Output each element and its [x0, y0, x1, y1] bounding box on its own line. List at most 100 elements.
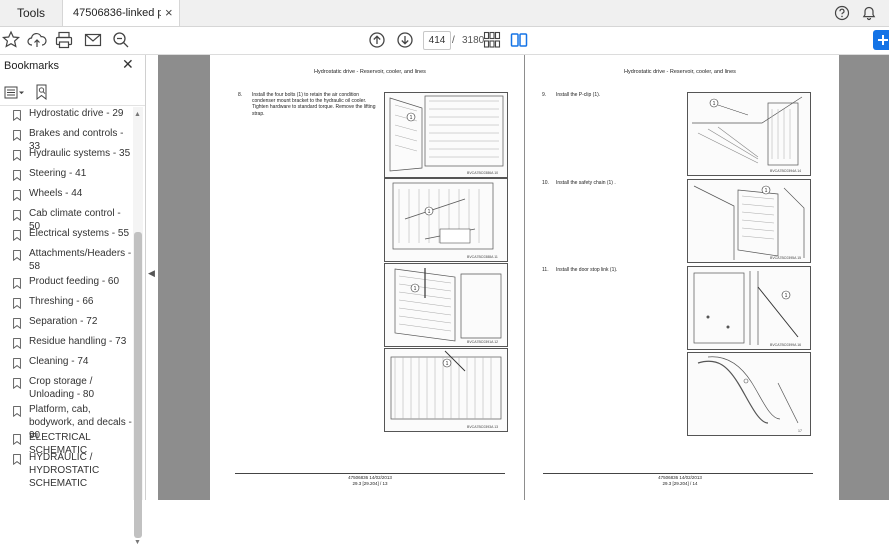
toolbar: 414 / 3180: [0, 27, 889, 55]
bookmark-icon: [13, 358, 21, 369]
options-menu-icon[interactable]: [4, 85, 26, 101]
figure-4: 1 BVCA7BC0393A 13: [384, 348, 508, 432]
tab-bar: Tools 47506836-linked pd... ×: [0, 0, 889, 27]
figure-caption: BVCA7BC0388A 11: [467, 255, 498, 259]
bookmark-label: Product feeding - 60: [29, 276, 120, 287]
footer-rule: [543, 473, 813, 474]
figure-caption: BVCA7BC0395A 15: [770, 256, 802, 260]
bookmarks-title: Bookmarks: [4, 60, 60, 72]
bookmark-icon: [13, 318, 21, 329]
svg-text:1: 1: [765, 188, 768, 194]
figure-8: 17: [687, 352, 811, 436]
prev-page-icon[interactable]: [366, 29, 388, 51]
figure-3: 1 BVCA7BC0391A 12: [384, 263, 508, 347]
bookmark-icon: [13, 210, 21, 221]
figure-caption: BVCA7BC0386A 10: [467, 171, 499, 175]
bookmark-icon: [13, 190, 21, 201]
share-button[interactable]: [873, 30, 889, 50]
bookmark-icon: [13, 170, 21, 181]
email-icon[interactable]: [82, 29, 104, 51]
next-page-icon[interactable]: [394, 29, 416, 51]
svg-text:1: 1: [713, 101, 716, 107]
strap-illustration: 1: [394, 268, 502, 342]
bookmark-label: Hydraulic systems - 35: [29, 148, 131, 159]
bookmark-icon: [13, 338, 21, 349]
left-page: Hydrostatic drive - Reservoir, cooler, a…: [210, 55, 524, 500]
figure-7: 1 BVCA7BC0399A 16: [687, 266, 811, 350]
bookmark-icon: [13, 250, 21, 261]
svg-text:1: 1: [785, 293, 788, 299]
bookmark-list: Hydrostatic drive - 29 Brakes and control…: [0, 107, 132, 500]
search-bookmark-icon[interactable]: [35, 84, 49, 101]
figure-caption: BVCA7BC0391A 12: [467, 340, 499, 344]
two-page-view-icon[interactable]: [508, 29, 530, 51]
bookmark-icon: [13, 298, 21, 309]
star-icon[interactable]: [0, 29, 22, 51]
bookmark-icon: [13, 110, 21, 121]
page-header: Hydrostatic drive - Reservoir, cooler, a…: [624, 69, 736, 75]
figure-caption: BVCA7BC0399A 16: [770, 343, 802, 347]
page-thumbnails-icon[interactable]: [481, 29, 503, 51]
step-text: Install the door stop link (1).: [556, 267, 618, 273]
page-separator: /: [452, 35, 455, 46]
figure-1: 1 BVCA7BC0386A 10: [384, 92, 508, 178]
figure-6: 1 BVCA7BC0395A 15: [687, 179, 811, 263]
print-icon[interactable]: [53, 29, 75, 51]
step-text: Install the P-clip (1).: [556, 92, 601, 98]
zoom-icon[interactable]: [110, 29, 132, 51]
step-number: 8.: [238, 92, 243, 98]
scroll-up-icon[interactable]: ▲: [134, 111, 141, 118]
tools-tab[interactable]: Tools: [0, 0, 62, 26]
right-page: Hydrostatic drive - Reservoir, cooler, a…: [525, 55, 839, 500]
door-stop-illustration: 1: [693, 271, 799, 345]
bookmark-label: Attachments/Headers - 58: [29, 248, 132, 272]
close-tab-button[interactable]: ×: [165, 0, 173, 26]
link-detail-illustration: [697, 356, 799, 424]
bookmark-label: Steering - 41: [29, 168, 87, 179]
bracket-illustration: 1: [392, 182, 494, 250]
p-clip-illustration: 1: [692, 96, 803, 166]
bookmark-icon: [13, 406, 21, 417]
collapse-panel-icon[interactable]: ◀: [148, 268, 155, 279]
page-number-input[interactable]: 414: [423, 31, 451, 50]
scrollbar-thumb[interactable]: [134, 232, 142, 538]
footer-line-2: 29.3 [29.204] / 14: [662, 481, 698, 486]
bookmarks-panel: Bookmarks ✕ Hydrostatic drive - 29 Brakes…: [0, 55, 146, 546]
figure-caption: BVCA7BC0393A 13: [467, 425, 499, 429]
svg-text:1: 1: [446, 361, 449, 367]
bookmark-icon: [13, 278, 21, 289]
step-number: 10.: [542, 180, 549, 186]
footer-line-2: 29.3 [29.204] / 13: [352, 481, 388, 486]
step-number: 9.: [542, 92, 547, 98]
figure-caption: 17: [798, 429, 802, 433]
bookmark-label: Hydrostatic drive - 29: [29, 108, 124, 119]
svg-text:1: 1: [414, 286, 417, 292]
svg-text:1: 1: [410, 115, 413, 121]
bookmark-icon: [13, 454, 21, 465]
share-icon: [878, 35, 888, 45]
cloud-upload-icon[interactable]: [26, 29, 48, 51]
figure-5: 1 BVCA7BC0394A 14: [687, 92, 811, 176]
footer-rule: [235, 473, 505, 474]
bookmark-label: HYDRAULIC / HYDROSTATIC SCHEMATIC: [29, 452, 100, 489]
scroll-down-icon[interactable]: ▼: [134, 539, 141, 546]
step-text: Install the four bolts (1) to retain the…: [252, 92, 376, 117]
figure-caption: BVCA7BC0394A 14: [770, 169, 802, 173]
close-panel-button[interactable]: ✕: [122, 57, 134, 71]
step-number: 11.: [542, 267, 549, 273]
bookmark-icon: [13, 230, 21, 241]
cooler-illustration: 1: [389, 95, 504, 172]
bookmark-label: Crop storage / Unloading - 80: [29, 376, 95, 400]
bookmark-label: Electrical systems - 55: [29, 228, 130, 239]
bell-icon[interactable]: [861, 5, 877, 21]
step-text: Install the safety chain (1) .: [556, 180, 616, 186]
bookmark-icon: [13, 150, 21, 161]
document-view[interactable]: Hydrostatic drive - Reservoir, cooler, a…: [158, 55, 889, 500]
help-icon[interactable]: [834, 5, 850, 21]
bookmark-label: Cleaning - 74: [29, 356, 89, 367]
bookmark-icon: [13, 130, 21, 141]
bookmark-label: Threshing - 66: [29, 296, 94, 307]
page-header: Hydrostatic drive - Reservoir, cooler, a…: [314, 69, 426, 75]
document-tab[interactable]: 47506836-linked pd... ×: [62, 0, 180, 26]
bookmark-label: Wheels - 44: [29, 188, 83, 199]
